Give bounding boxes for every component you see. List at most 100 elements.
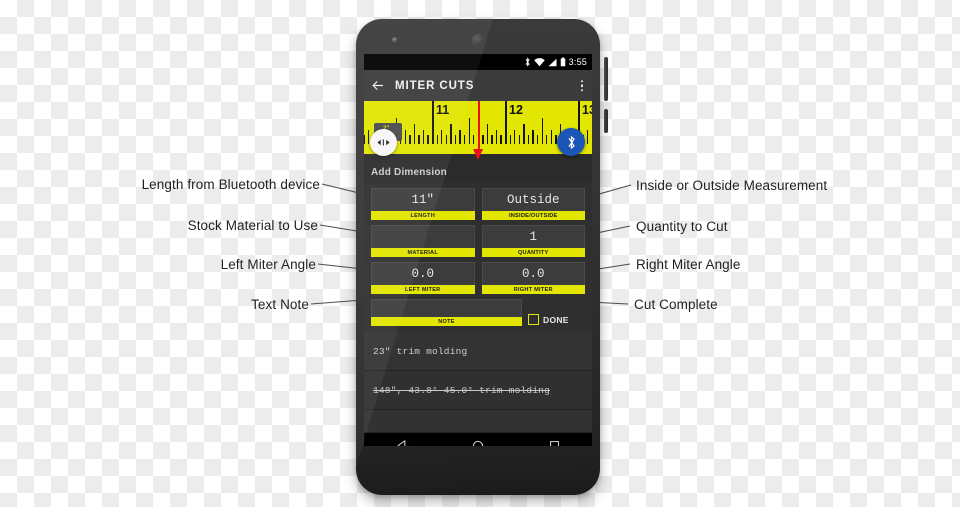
field-note-label: NOTE (438, 318, 455, 325)
ruler-tick (532, 130, 534, 144)
field-left-miter-box[interactable]: 0.0 (371, 262, 475, 285)
field-quantity[interactable]: 1 QUANTITY (481, 225, 585, 257)
field-inside-outside-value: Outside (506, 193, 560, 207)
volume-button[interactable] (604, 109, 608, 133)
field-inside-outside-box[interactable]: Outside (481, 188, 585, 211)
field-length-label: LENGTH (410, 212, 435, 219)
resize-horizontal-icon[interactable] (370, 129, 397, 156)
ruler-tick (505, 101, 507, 144)
ruler-tick (546, 135, 548, 144)
add-dimension-header: Add Dimension (364, 163, 592, 183)
home-nav-icon[interactable] (458, 440, 498, 446)
bluetooth-icon (524, 57, 531, 67)
field-right-miter-label-bar: RIGHT MITER (481, 285, 585, 294)
field-material-box[interactable] (371, 225, 475, 248)
ruler-tick (409, 135, 411, 144)
proximity-sensor-icon (558, 39, 562, 43)
bluetooth-connect-button[interactable] (557, 128, 585, 156)
field-inside-outside-label: INSIDE/OUTSIDE (508, 212, 558, 219)
annotation-left-miter-angle: Left Miter Angle (0, 257, 316, 272)
field-right-miter-value: 0.0 (521, 267, 545, 281)
list-item[interactable] (364, 410, 592, 433)
app-bar: MITER CUTS (364, 70, 592, 101)
field-length-label-bar: LENGTH (371, 211, 475, 220)
recents-nav-icon[interactable] (534, 440, 574, 446)
phone-body: 3:55 MITER CUTS 11 12 1 Add Dimension 11… (356, 19, 600, 495)
phone-screen: 3:55 MITER CUTS 11 12 1 Add Dimension 11… (364, 54, 592, 446)
annotation-length-from-bluetooth-device: Length from Bluetooth device (0, 177, 320, 192)
ruler-tick (459, 130, 461, 144)
annotation-label: Cut Complete (634, 297, 718, 312)
wifi-icon (533, 57, 545, 67)
field-quantity-value: 1 (529, 230, 537, 244)
ruler-tick (509, 135, 511, 144)
ruler-tick (473, 135, 475, 144)
field-right-miter-box[interactable]: 0.0 (481, 262, 585, 285)
ruler-tick (432, 101, 434, 144)
power-button[interactable] (604, 57, 608, 101)
back-nav-icon[interactable] (382, 440, 422, 446)
ruler-tick (486, 124, 489, 144)
annotation-stock-material-to-use: Stock Material to Use (0, 218, 318, 233)
back-arrow-icon[interactable] (370, 78, 385, 93)
field-quantity-box[interactable]: 1 (481, 225, 585, 248)
annotation-label: Length from Bluetooth device (141, 177, 320, 192)
field-length-box[interactable]: 11" (371, 188, 475, 211)
measurement-cursor-pointer (473, 149, 483, 160)
front-camera-icon (392, 37, 398, 43)
earpiece-speaker-icon (471, 34, 485, 47)
light-sensor-icon (569, 39, 573, 43)
field-material-label-bar: MATERIAL (371, 248, 475, 257)
list-item-text: 23" trim molding (373, 345, 468, 357)
app-bar-title: MITER CUTS (395, 79, 475, 92)
done-label: DONE (543, 314, 569, 325)
ruler-tick (427, 135, 429, 144)
ruler-number-12: 12 (509, 103, 523, 117)
field-right-miter[interactable]: 0.0 RIGHT MITER (481, 262, 585, 294)
ruler-tick (413, 124, 416, 144)
field-length[interactable]: 11" LENGTH (371, 188, 475, 220)
annotation-right-miter-angle: Right Miter Angle (636, 257, 741, 272)
field-note-box[interactable] (371, 299, 522, 317)
ruler-tick (436, 135, 438, 144)
cut-list: 23" trim molding 148", 43.8° 45.0° trim … (364, 332, 592, 433)
annotation-inside-or-outside-measurement: Inside or Outside Measurement (636, 178, 827, 193)
dimension-form: 11" LENGTH Outside INSIDE/OUTSIDE MATERI… (364, 183, 592, 332)
annotation-label: Left Miter Angle (220, 257, 316, 272)
ruler-tick (418, 135, 420, 144)
annotation-label: Quantity to Cut (636, 219, 728, 234)
field-note[interactable]: NOTE (371, 299, 522, 326)
ruler-tick (450, 124, 452, 144)
field-material[interactable]: MATERIAL (371, 225, 475, 257)
ruler-tick (454, 135, 457, 144)
field-right-miter-label: RIGHT MITER (513, 286, 553, 293)
list-item[interactable]: 148", 43.8° 45.0° trim molding (364, 371, 592, 410)
annotation-label: Inside or Outside Measurement (636, 178, 828, 193)
ruler-number-13: 13 (582, 103, 592, 117)
field-left-miter-label-bar: LEFT MITER (371, 285, 475, 294)
ruler-tick (482, 135, 484, 144)
form-row-note: NOTE DONE (371, 299, 585, 326)
field-inside-outside[interactable]: Outside INSIDE/OUTSIDE (481, 188, 585, 220)
done-checkbox-group[interactable]: DONE (528, 314, 585, 326)
tape-measure-ruler[interactable]: 11 12 13 2" (364, 101, 592, 163)
overflow-menu-icon[interactable] (580, 79, 583, 92)
field-left-miter[interactable]: 0.0 LEFT MITER (371, 262, 475, 294)
annotation-text-note: Text Note (0, 297, 309, 312)
annotation-quantity-to-cut: Quantity to Cut (636, 219, 728, 234)
ruler-tick (587, 130, 589, 144)
done-checkbox[interactable] (528, 314, 539, 325)
ruler-tick (441, 130, 443, 144)
ruler-tick (364, 135, 365, 144)
status-bar: 3:55 (364, 54, 592, 70)
list-item[interactable]: 23" trim molding (364, 332, 592, 371)
field-left-miter-value: 0.0 (411, 267, 434, 281)
field-quantity-label-bar: QUANTITY (481, 248, 585, 257)
cell-signal-icon (548, 58, 557, 67)
field-length-value: 11" (411, 193, 434, 207)
ruler-tick (514, 130, 516, 144)
ruler-tick (491, 135, 493, 144)
ruler-tick (463, 135, 466, 144)
field-left-miter-label: LEFT MITER (405, 286, 441, 293)
ruler-tick (404, 130, 406, 144)
